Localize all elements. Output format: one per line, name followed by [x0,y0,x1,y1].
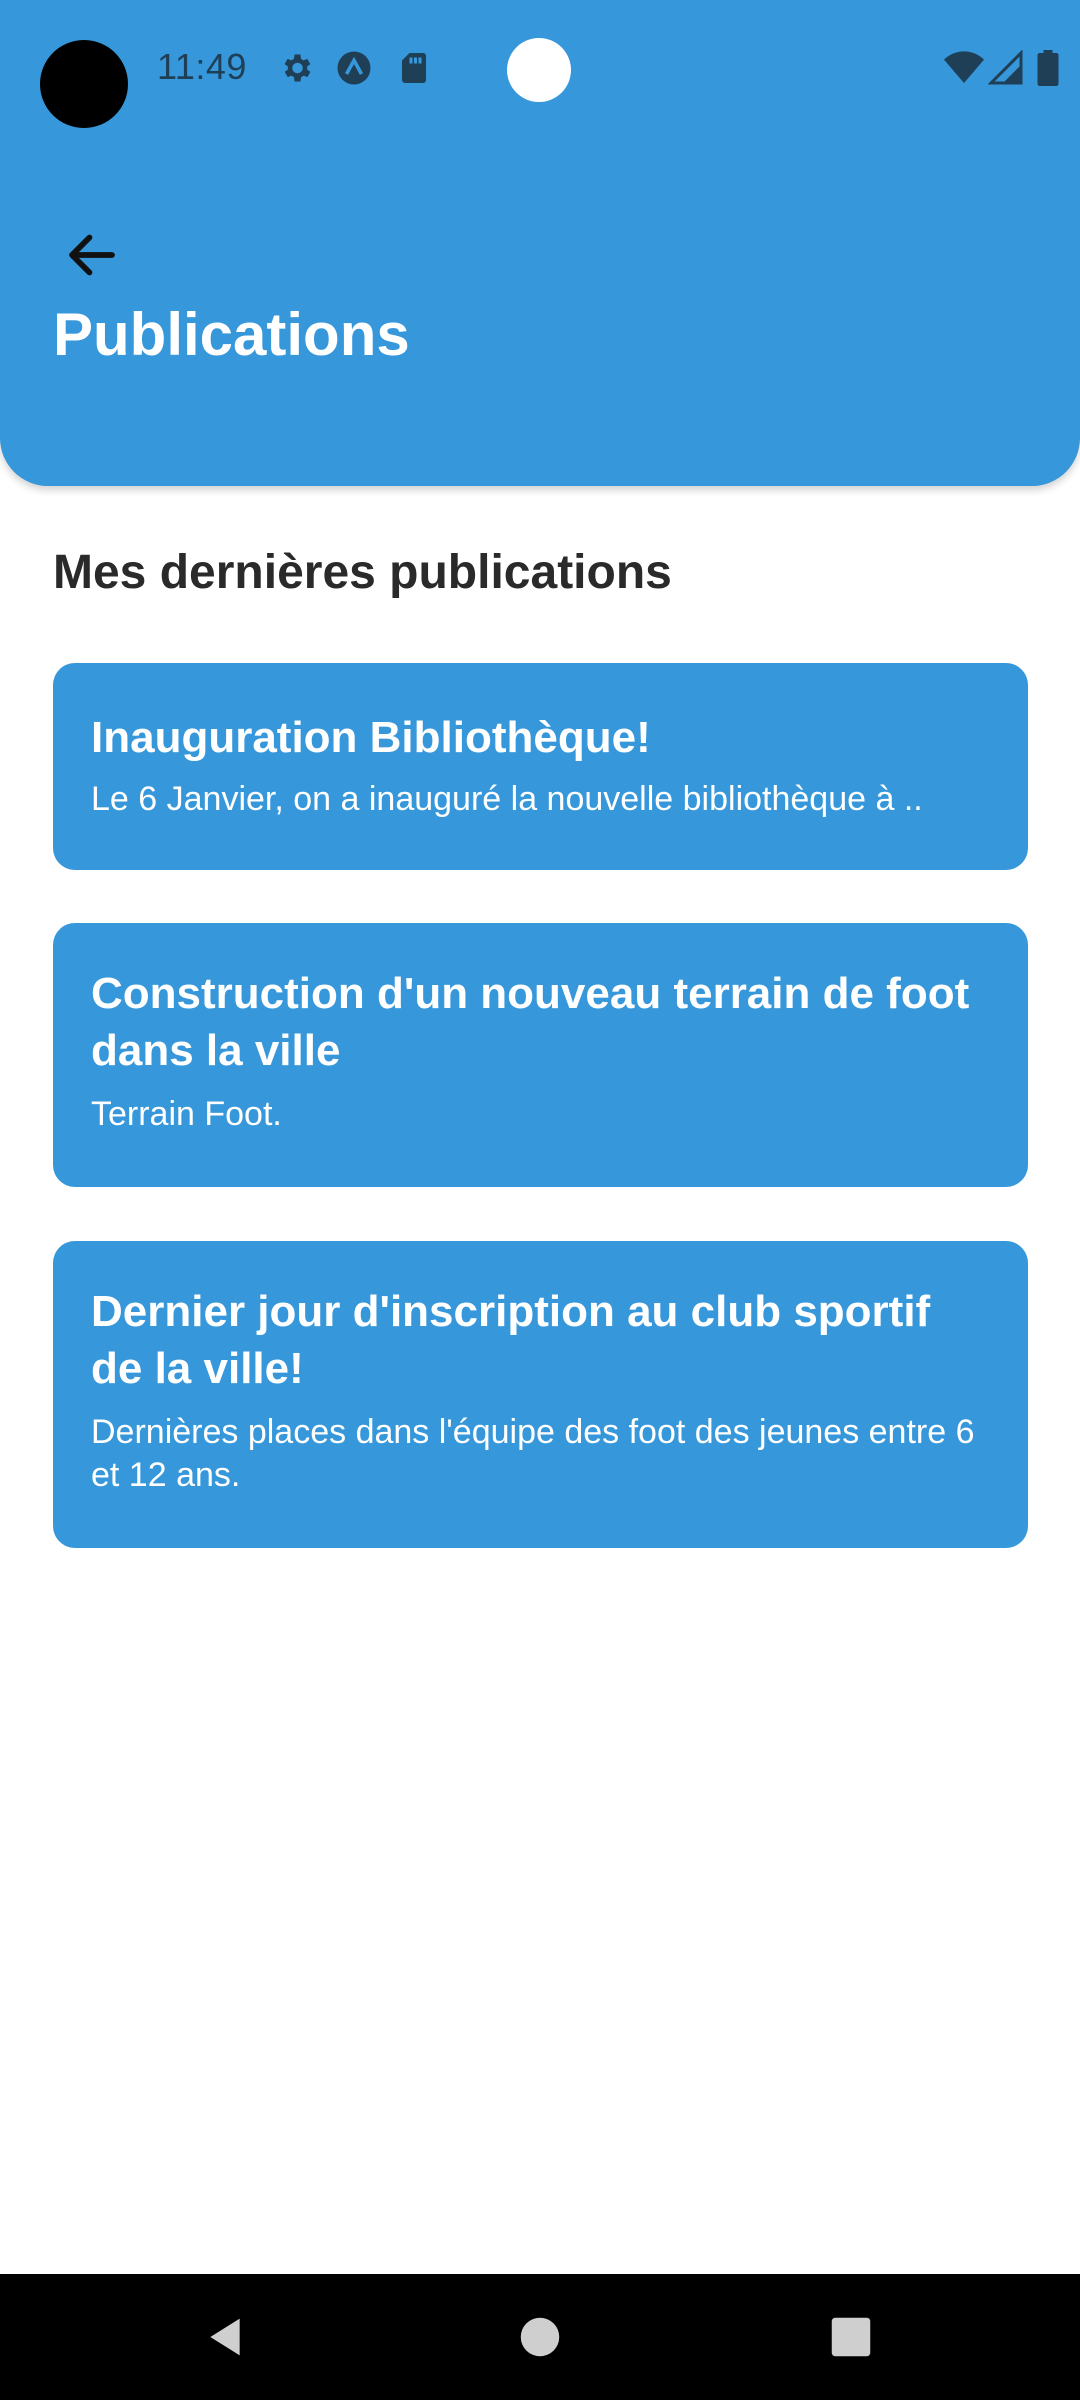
settings-icon [278,50,314,86]
publication-title: Construction d'un nouveau terrain de foo… [91,969,970,1075]
publication-title: Inauguration Bibliothèque! [91,713,651,762]
back-triangle-icon [203,2315,247,2364]
camera-cutout [40,40,128,128]
nav-home-button[interactable] [505,2304,575,2374]
back-button[interactable] [52,222,132,292]
arrow-left-icon [60,225,124,290]
publication-card[interactable]: Construction d'un nouveau terrain de foo… [53,923,1028,1187]
publication-card[interactable]: Inauguration Bibliothèque! Le 6 Janvier,… [53,663,1028,870]
home-circle-icon [519,2316,561,2363]
section-title: Mes dernières publications [53,546,672,599]
publication-excerpt: Le 6 Janvier, on a inauguré la nouvelle … [91,780,923,818]
a-logo-icon [336,50,372,86]
signal-icon [987,49,1024,86]
wifi-icon [944,50,984,86]
app-header: 11:49 Publications [0,0,1080,486]
publication-excerpt: Terrain Foot. [91,1095,282,1133]
status-time: 11:49 [157,46,247,87]
publication-card[interactable]: Dernier jour d'inscription au club sport… [53,1241,1028,1548]
sd-card-icon [396,50,432,86]
navigation-bar [0,2274,1080,2400]
nav-recents-button[interactable] [816,2304,886,2374]
front-camera [507,38,571,102]
publication-excerpt: Dernières places dans l'équipe des foot … [91,1413,975,1494]
status-bar: 11:49 [0,0,1080,140]
nav-back-button[interactable] [190,2304,260,2374]
publication-title: Dernier jour d'inscription au club sport… [91,1287,931,1393]
battery-icon [1036,50,1072,86]
recents-square-icon [830,2316,872,2363]
page-title: Publications [53,301,410,368]
